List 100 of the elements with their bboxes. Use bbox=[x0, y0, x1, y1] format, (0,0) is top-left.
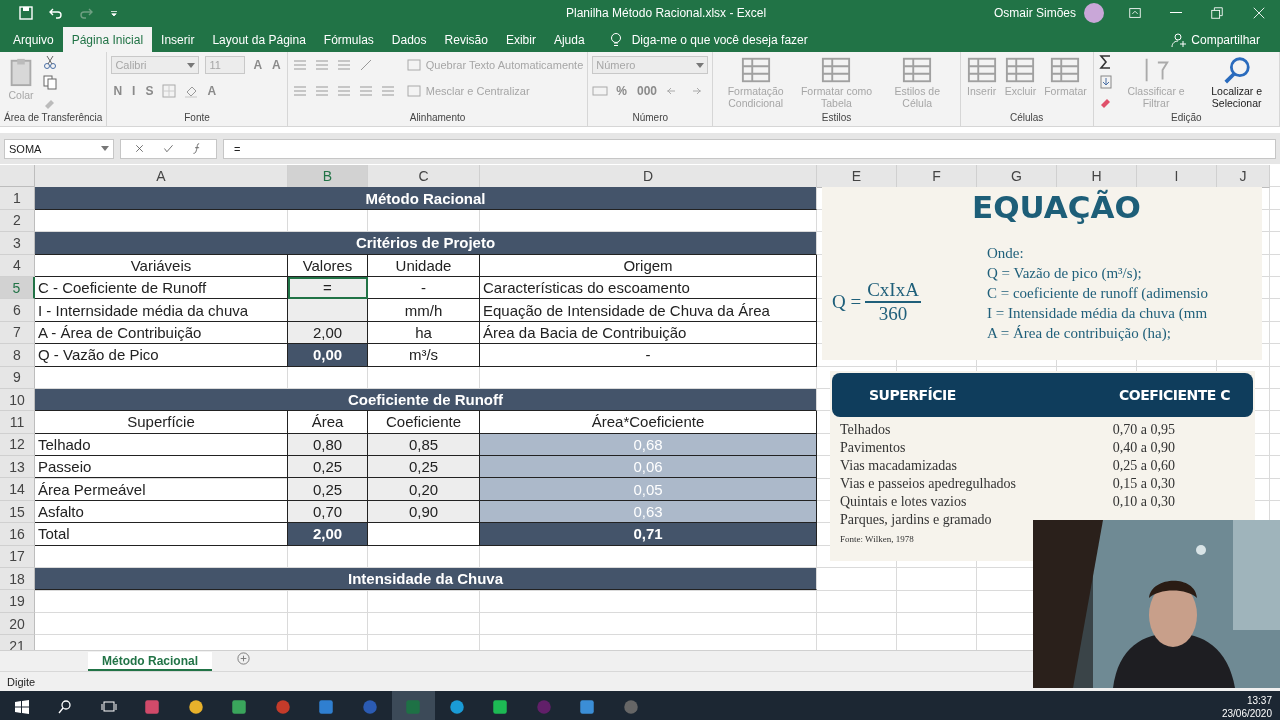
table-cell[interactable]: Características do escoamento bbox=[480, 276, 817, 300]
table-header: Área*Coeficiente bbox=[480, 411, 817, 434]
table-cell[interactable]: 0,00 bbox=[288, 344, 368, 367]
outdent-icon bbox=[379, 83, 396, 99]
row-header[interactable]: 3 bbox=[0, 232, 35, 255]
table-cell[interactable]: 0,25 bbox=[288, 478, 368, 501]
row-header[interactable]: 2 bbox=[0, 209, 35, 233]
section-title: Critérios de Projeto bbox=[35, 232, 817, 255]
column-header[interactable]: B bbox=[288, 165, 368, 189]
row-header[interactable]: 19 bbox=[0, 590, 35, 613]
table-cell[interactable]: A - Área de Contribuição bbox=[35, 321, 288, 345]
row-header[interactable]: 15 bbox=[0, 500, 35, 524]
row-header[interactable]: 6 bbox=[0, 299, 35, 322]
table-cell[interactable]: Equação de Intensidade de Chuva da Área bbox=[480, 299, 817, 322]
row-header[interactable]: 16 bbox=[0, 523, 35, 546]
ribbon-button[interactable]: Localizar e Selecionar bbox=[1198, 54, 1275, 110]
table-cell[interactable]: 0,71 bbox=[480, 523, 817, 546]
row-header[interactable]: 4 bbox=[0, 254, 35, 277]
row-header[interactable]: 1 bbox=[0, 187, 35, 210]
ribbon-tab[interactable]: Fórmulas bbox=[314, 27, 383, 52]
table-header: Área bbox=[288, 411, 368, 434]
ribbon-tab[interactable]: Revisão bbox=[435, 27, 497, 52]
column-header[interactable]: J bbox=[1217, 165, 1270, 188]
share-button[interactable]: Compartilhar bbox=[1165, 27, 1266, 52]
table-cell[interactable]: C - Coeficiente de Runoff bbox=[35, 276, 288, 300]
surface-name: Vias macadamizadas bbox=[840, 458, 957, 475]
tell-me-field[interactable]: Diga-me o que você deseja fazer bbox=[629, 31, 834, 48]
row-header[interactable]: 9 bbox=[0, 366, 35, 389]
conditional-format-icon bbox=[740, 55, 771, 85]
table-cell[interactable]: Passeio bbox=[35, 456, 288, 479]
row-header[interactable]: 17 bbox=[0, 545, 35, 569]
table-cell[interactable]: Q - Vazão de Pico bbox=[35, 344, 288, 367]
table-cell[interactable]: - bbox=[480, 344, 817, 367]
column-header[interactable]: A bbox=[35, 165, 288, 188]
ribbon-tab[interactable]: Arquivo bbox=[4, 27, 63, 52]
row-header[interactable]: 5 bbox=[0, 276, 35, 300]
sheet-tab[interactable]: Método Racional bbox=[88, 652, 212, 671]
row-header[interactable]: 12 bbox=[0, 433, 35, 457]
table-cell[interactable]: 0,90 bbox=[368, 500, 480, 524]
table-cell[interactable]: = bbox=[288, 276, 368, 300]
column-header[interactable]: G bbox=[977, 165, 1057, 188]
ribbon-tab[interactable]: Ajuda bbox=[544, 27, 594, 52]
column-header[interactable]: D bbox=[480, 165, 817, 188]
column-header[interactable]: F bbox=[897, 165, 977, 188]
coefficient-range: 0,40 a 0,90 bbox=[1112, 440, 1175, 457]
window-title: Planilha Método Racional.xlsx - Excel bbox=[565, 5, 768, 20]
table-cell[interactable]: Telhado bbox=[35, 433, 288, 457]
row-header[interactable]: 11 bbox=[0, 411, 35, 434]
row-header[interactable]: 21 bbox=[0, 635, 35, 650]
table-cell[interactable]: 0,70 bbox=[288, 500, 368, 524]
caret-icon bbox=[101, 146, 109, 151]
row-header[interactable]: 8 bbox=[0, 344, 35, 367]
currency-icon bbox=[592, 83, 609, 99]
group-label: Estilos bbox=[820, 112, 853, 125]
table-cell[interactable]: - bbox=[368, 276, 480, 300]
name-box[interactable]: SOMA bbox=[4, 138, 114, 159]
formula-field[interactable]: = bbox=[223, 138, 1276, 159]
row-header[interactable]: 18 bbox=[0, 568, 35, 591]
formula-denominator: 360 bbox=[878, 303, 908, 325]
ribbon-tab[interactable]: Dados bbox=[382, 27, 436, 52]
table-cell[interactable]: mm/h bbox=[368, 299, 480, 322]
ribbon-tab[interactable]: Inserir bbox=[152, 27, 204, 52]
ribbon-tab[interactable]: Exibir bbox=[496, 27, 545, 52]
table-cell[interactable]: 0,20 bbox=[368, 478, 480, 501]
column-header[interactable]: C bbox=[368, 165, 480, 188]
table-cell[interactable]: 0,80 bbox=[288, 433, 368, 457]
table-cell[interactable]: Asfalto bbox=[35, 500, 288, 524]
row-header[interactable]: 20 bbox=[0, 612, 35, 636]
table-cell[interactable]: Total bbox=[35, 523, 288, 546]
group-label: Edição bbox=[1170, 112, 1203, 125]
ribbon-tab[interactable]: Página Inicial bbox=[62, 27, 153, 52]
table-cell[interactable]: ha bbox=[368, 321, 480, 345]
table-cell[interactable]: 0,85 bbox=[368, 433, 480, 457]
borders-icon bbox=[161, 83, 178, 99]
column-header[interactable]: I bbox=[1137, 165, 1217, 188]
table-cell[interactable]: Área Permeável bbox=[35, 478, 288, 501]
taskbar-app-icon bbox=[447, 698, 466, 716]
taskbar-app-icon bbox=[186, 698, 205, 716]
table-cell[interactable]: 0,25 bbox=[288, 456, 368, 479]
legend-line: Q = Vazão de pico (m³/s); bbox=[987, 264, 1142, 283]
table-cell[interactable]: 0,25 bbox=[368, 456, 480, 479]
insert-cells-icon bbox=[966, 55, 997, 85]
table-cell[interactable] bbox=[288, 299, 368, 322]
table-cell[interactable]: I - Internsidade média da chuva bbox=[35, 299, 288, 322]
row-header[interactable]: 10 bbox=[0, 388, 35, 412]
cancel-icon bbox=[133, 142, 146, 155]
column-header[interactable]: H bbox=[1057, 165, 1137, 188]
table-cell[interactable]: Área da Bacia de Contribuição bbox=[480, 321, 817, 345]
table-cell[interactable]: 2,00 bbox=[288, 321, 368, 345]
column-header[interactable]: E bbox=[817, 165, 897, 188]
row-header[interactable]: 14 bbox=[0, 478, 35, 501]
row-header[interactable]: 7 bbox=[0, 321, 35, 345]
ribbon-tab[interactable]: Layout da Página bbox=[203, 27, 315, 52]
avatar[interactable] bbox=[1084, 2, 1104, 23]
align-bottom-icon bbox=[335, 57, 352, 73]
table-cell[interactable]: m³/s bbox=[368, 344, 480, 367]
row-header[interactable]: 13 bbox=[0, 456, 35, 479]
restore-icon bbox=[1210, 5, 1224, 20]
legend-line: C = coeficiente de runoff (adimensio bbox=[987, 284, 1209, 303]
table-cell[interactable]: 2,00 bbox=[288, 523, 368, 546]
